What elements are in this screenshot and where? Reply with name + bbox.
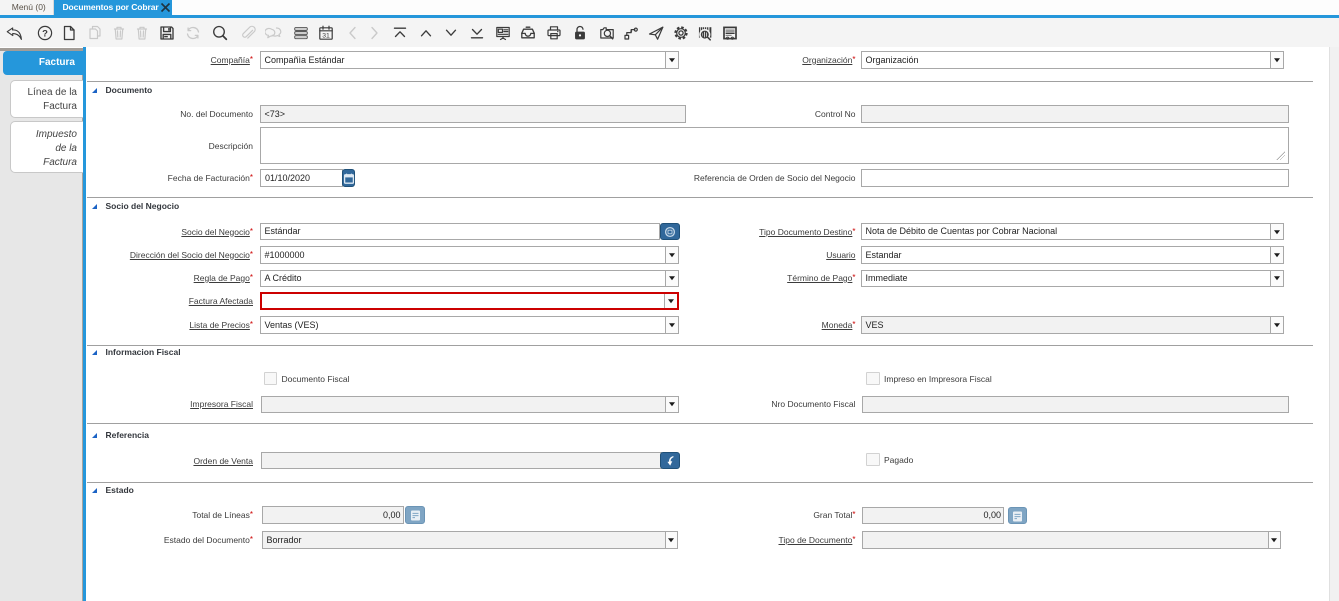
svg-text:?: ? <box>42 28 48 39</box>
svg-text:31: 31 <box>323 32 331 39</box>
